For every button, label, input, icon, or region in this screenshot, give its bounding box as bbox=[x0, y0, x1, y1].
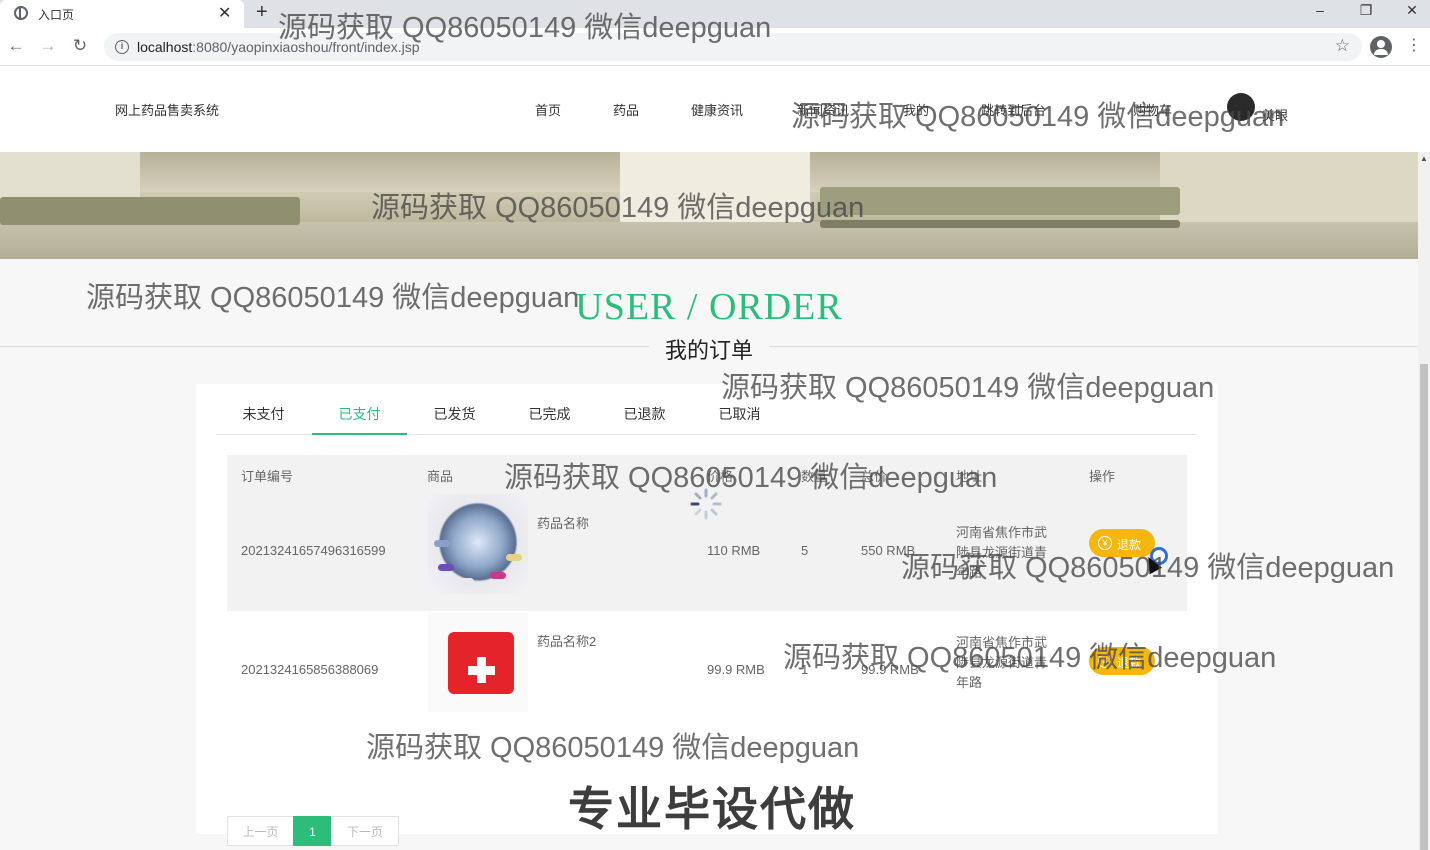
col-price: 价格 bbox=[707, 469, 734, 484]
minimize-button[interactable]: – bbox=[1300, 2, 1340, 24]
info-icon[interactable]: i bbox=[115, 40, 129, 54]
table-row: 2021324165856388069 药品名称2 99.9 RMB 1 99.… bbox=[227, 611, 1187, 729]
price: 99.9 RMB bbox=[707, 662, 765, 677]
profile-icon[interactable] bbox=[1370, 36, 1392, 58]
close-window-button[interactable]: ✕ bbox=[1392, 2, 1430, 24]
username-link[interactable]: 美眼 bbox=[1262, 105, 1288, 124]
avatar[interactable] bbox=[1227, 93, 1255, 121]
order-number: 2021324165856388069 bbox=[241, 662, 379, 677]
scroll-up-icon[interactable]: ▲ bbox=[1420, 154, 1428, 163]
order-panel: 未支付 已支付 已发货 已完成 已退款 已取消 订单编号 商品 价格 数量 总价… bbox=[196, 384, 1218, 846]
tab-completed[interactable]: 已完成 bbox=[502, 384, 597, 435]
product-name[interactable]: 药品名称2 bbox=[537, 631, 596, 650]
col-total: 总价 bbox=[861, 469, 888, 484]
back-icon[interactable]: ← bbox=[6, 36, 26, 56]
nav-home[interactable]: 首页 bbox=[535, 100, 561, 119]
restore-button[interactable]: ❐ bbox=[1346, 2, 1386, 24]
col-qty: 数量 bbox=[801, 469, 828, 484]
page-scrollbar[interactable]: ▲ bbox=[1418, 152, 1430, 850]
banner-image bbox=[0, 152, 1418, 259]
col-action: 操作 bbox=[1089, 469, 1116, 484]
section-subtitle: 我的订单 bbox=[649, 333, 769, 365]
tab-refunded[interactable]: 已退款 bbox=[597, 384, 692, 435]
col-address: 地址 bbox=[956, 469, 983, 484]
site-title: 网上药品售卖系统 bbox=[115, 103, 220, 118]
yuan-icon: ¥ bbox=[1098, 536, 1112, 550]
close-tab-icon[interactable]: ✕ bbox=[218, 3, 231, 23]
new-tab-button[interactable]: + bbox=[256, 1, 268, 24]
reload-icon[interactable]: ↻ bbox=[70, 36, 90, 56]
next-page-button[interactable]: 下一页 bbox=[331, 816, 399, 846]
page-number-button[interactable]: 1 bbox=[293, 816, 332, 846]
total-price: 550 RMB bbox=[861, 543, 916, 558]
product-image[interactable] bbox=[428, 612, 528, 712]
scrollbar-thumb[interactable] bbox=[1420, 364, 1428, 850]
address: 河南省焦作市武 陟县龙源街道青 年路 bbox=[956, 635, 1048, 690]
prev-page-button[interactable]: 上一页 bbox=[227, 816, 294, 846]
nav-health-info[interactable]: 健康资讯 bbox=[691, 100, 743, 119]
yuan-icon: ¥ bbox=[1098, 654, 1112, 668]
browser-toolbar: ← → ↻ i localhost:8080/yaopinxiaoshou/fr… bbox=[0, 28, 1430, 66]
nav-cart[interactable]: 购物车 bbox=[1133, 100, 1172, 119]
order-number: 20213241657496316599 bbox=[241, 543, 386, 558]
nav-admin[interactable]: 跳转到后台 bbox=[981, 100, 1046, 119]
forward-icon[interactable]: → bbox=[38, 36, 58, 56]
page-viewport: 网上药品售卖系统 首页 药品 健康资讯 新闻资讯 我的 跳转到后台 购物车 美眼… bbox=[0, 67, 1418, 850]
refund-button[interactable]: ¥ 退款 bbox=[1089, 529, 1155, 557]
tab-unpaid[interactable]: 未支付 bbox=[216, 384, 311, 435]
refund-button[interactable]: ¥ 退款 bbox=[1089, 647, 1155, 675]
loading-spinner-icon bbox=[690, 488, 722, 520]
order-status-tabs: 未支付 已支付 已发货 已完成 已退款 已取消 bbox=[216, 384, 1196, 435]
bookmark-star-icon[interactable]: ☆ bbox=[1335, 36, 1350, 56]
url-text[interactable]: localhost:8080/yaopinxiaoshou/front/inde… bbox=[137, 39, 420, 55]
col-order-no: 订单编号 bbox=[241, 469, 294, 484]
tab-shipped[interactable]: 已发货 bbox=[407, 384, 502, 435]
product-image[interactable] bbox=[428, 494, 528, 594]
browser-tab[interactable]: 入口页 ✕ bbox=[0, 0, 244, 28]
quantity: 5 bbox=[801, 543, 809, 558]
price: 110 RMB bbox=[707, 543, 761, 558]
tab-title: 入口页 bbox=[38, 8, 75, 22]
globe-icon bbox=[14, 6, 28, 20]
nav-news[interactable]: 新闻资讯 bbox=[797, 100, 849, 119]
product-name[interactable]: 药品名称 bbox=[537, 513, 589, 532]
tab-cancelled[interactable]: 已取消 bbox=[692, 384, 787, 435]
quantity: 1 bbox=[801, 662, 809, 677]
browser-tab-strip: 入口页 ✕ + – ❐ ✕ bbox=[0, 0, 1430, 28]
nav-medicine[interactable]: 药品 bbox=[613, 100, 639, 119]
more-menu-icon[interactable]: ⋮ bbox=[1406, 36, 1422, 56]
col-product: 商品 bbox=[427, 469, 454, 484]
tab-paid[interactable]: 已支付 bbox=[312, 384, 407, 435]
section-title: USER / ORDER bbox=[575, 286, 843, 328]
site-header: 网上药品售卖系统 首页 药品 健康资讯 新闻资讯 我的 跳转到后台 购物车 美眼 bbox=[0, 67, 1418, 152]
address: 河南省焦作市武 陟县龙源街道青 年路 bbox=[956, 525, 1048, 580]
total-price: 99.9 RMB bbox=[861, 662, 919, 677]
nav-mine[interactable]: 我的 bbox=[903, 100, 929, 119]
address-bar[interactable]: i localhost:8080/yaopinxiaoshou/front/in… bbox=[104, 33, 1362, 61]
